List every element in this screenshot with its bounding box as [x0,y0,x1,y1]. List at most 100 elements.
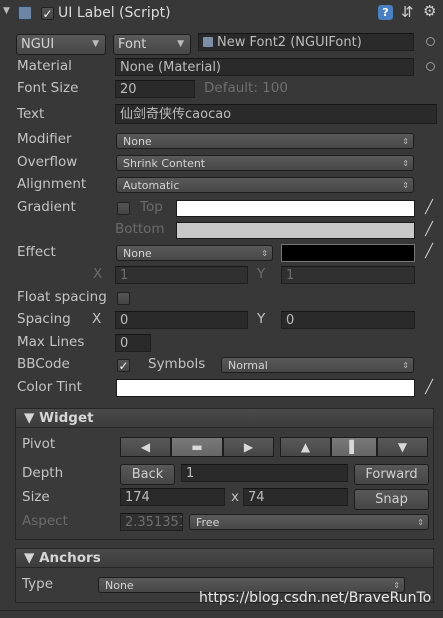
modifier-dropdown[interactable]: None ⇕ [116,133,414,149]
effect-y-field[interactable]: 1 [281,266,415,284]
chevron-updown-icon: ⇕ [402,181,409,190]
effect-value: None [123,247,152,260]
widget-section-header[interactable]: ▼ Widget [15,408,434,428]
overflow-value: Shrink Content [123,157,206,170]
pivot-center-button[interactable]: ▬ [171,437,223,457]
watermark: https://blog.csdn.net/BraveRunTo [199,590,432,606]
object-picker-icon[interactable] [426,62,435,71]
aspect-field[interactable]: 2.351351 [120,513,183,531]
spacing-label: Spacing [17,311,71,327]
overflow-label: Overflow [17,154,78,170]
chevron-updown-icon: ⇕ [402,159,409,168]
pivot-left-button[interactable]: ◀ [120,437,171,457]
effect-dropdown[interactable]: None ⇕ [116,245,273,261]
font-size-label: Font Size [17,80,79,96]
gradient-checkbox[interactable] [117,202,130,215]
chevron-down-icon: ▼ [92,39,99,49]
aspect-mode-value: Free [196,516,220,529]
symbols-value: Normal [228,359,268,372]
gradient-top-color[interactable] [176,200,415,217]
effect-label: Effect [17,244,56,260]
component-header: ▼ ✓ UI Label (Script) ? ⇵ ⚙ [0,0,443,28]
anchors-title-text: Anchors [39,550,101,566]
aspect-label: Aspect [22,513,68,529]
gradient-bottom-color[interactable] [176,222,415,239]
symbols-label: Symbols [148,356,206,372]
font-asset-value: New Font2 (NGUIFont) [217,35,362,50]
spacing-y-field[interactable]: 0 [281,311,415,329]
anchors-type-value: None [105,579,134,592]
float-spacing-label: Float spacing [17,289,107,305]
font-type-value: NGUI [21,37,55,52]
font-asset-field[interactable]: New Font2 (NGUIFont) [198,33,414,51]
depth-forward-button[interactable]: Forward [354,464,429,485]
component-title: UI Label (Script) [58,5,171,21]
pivot-label: Pivot [22,436,56,452]
size-width-field[interactable]: 174 [120,488,225,506]
font-size-field[interactable]: 20 [115,80,195,98]
widget-section-title: ▼ Widget [24,410,94,426]
spacing-y-label: Y [257,311,266,327]
bbcode-label: BBCode [17,356,70,372]
text-field[interactable]: 仙剑奇侠传caocao [115,104,437,124]
pivot-middle-button[interactable]: ▌ [331,437,377,457]
script-icon [18,6,32,20]
chevron-updown-icon: ⇕ [402,137,409,146]
size-label: Size [22,489,50,505]
gradient-label: Gradient [17,199,76,215]
effect-y-label: Y [257,266,266,282]
font-asset-icon [203,37,213,47]
eyedropper-icon[interactable]: ╱ [421,380,437,396]
color-tint-label: Color Tint [17,379,82,395]
depth-field[interactable]: 1 [181,464,348,482]
font-kind-value: Font [118,37,147,52]
anchors-section-title: ▼ Anchors [24,550,101,566]
font-kind-dropdown[interactable]: Font ▼ [113,34,191,55]
pivot-right-button[interactable]: ▶ [223,437,274,457]
gradient-bottom-label: Bottom [115,221,165,237]
color-tint-color[interactable] [116,379,415,397]
font-size-default: Default: 100 [204,80,288,96]
float-spacing-checkbox[interactable] [117,292,130,305]
effect-x-label: X [93,266,103,282]
gradient-top-label: Top [140,199,163,215]
preset-icon[interactable]: ⇵ [401,3,414,21]
size-x-separator: x [231,489,239,505]
enabled-checkbox[interactable]: ✓ [41,7,54,20]
help-icon[interactable]: ? [378,5,393,20]
modifier-label: Modifier [17,131,72,147]
text-label: Text [17,106,45,122]
font-type-dropdown[interactable]: NGUI ▼ [16,34,106,55]
pivot-top-button[interactable]: ▲ [280,437,331,457]
effect-x-field[interactable]: 1 [115,266,248,284]
anchors-type-label: Type [22,576,54,592]
depth-back-button[interactable]: Back [120,464,175,485]
effect-color[interactable] [281,244,415,262]
pivot-bottom-button[interactable]: ▼ [377,437,428,457]
max-lines-label: Max Lines [17,334,85,350]
spacing-x-label: X [92,311,102,327]
chevron-updown-icon: ⇕ [261,249,268,258]
alignment-dropdown[interactable]: Automatic ⇕ [116,177,414,193]
symbols-dropdown[interactable]: Normal ⇕ [221,357,414,373]
spacing-x-field[interactable]: 0 [115,311,248,329]
material-field[interactable]: None (Material) [115,58,414,76]
eyedropper-icon[interactable]: ╱ [421,244,437,260]
object-picker-icon[interactable] [426,37,435,46]
snap-button[interactable]: Snap [354,489,429,510]
bbcode-checkbox[interactable]: ✓ [117,359,130,372]
aspect-mode-dropdown[interactable]: Free ⇕ [189,514,429,530]
size-height-field[interactable]: 74 [243,488,348,506]
collapse-arrow-icon[interactable]: ▼ [3,6,10,16]
material-label: Material [17,58,72,74]
overflow-dropdown[interactable]: Shrink Content ⇕ [116,155,414,171]
eyedropper-icon[interactable]: ╱ [421,200,437,216]
anchors-section-header[interactable]: ▼ Anchors [15,548,434,568]
alignment-label: Alignment [17,176,87,192]
alignment-value: Automatic [123,179,180,192]
eyedropper-icon[interactable]: ╱ [421,222,437,238]
chevron-down-icon: ▼ [177,39,184,49]
max-lines-field[interactable]: 0 [115,334,151,352]
gear-icon[interactable]: ⚙ [423,2,436,20]
depth-label: Depth [22,465,64,481]
